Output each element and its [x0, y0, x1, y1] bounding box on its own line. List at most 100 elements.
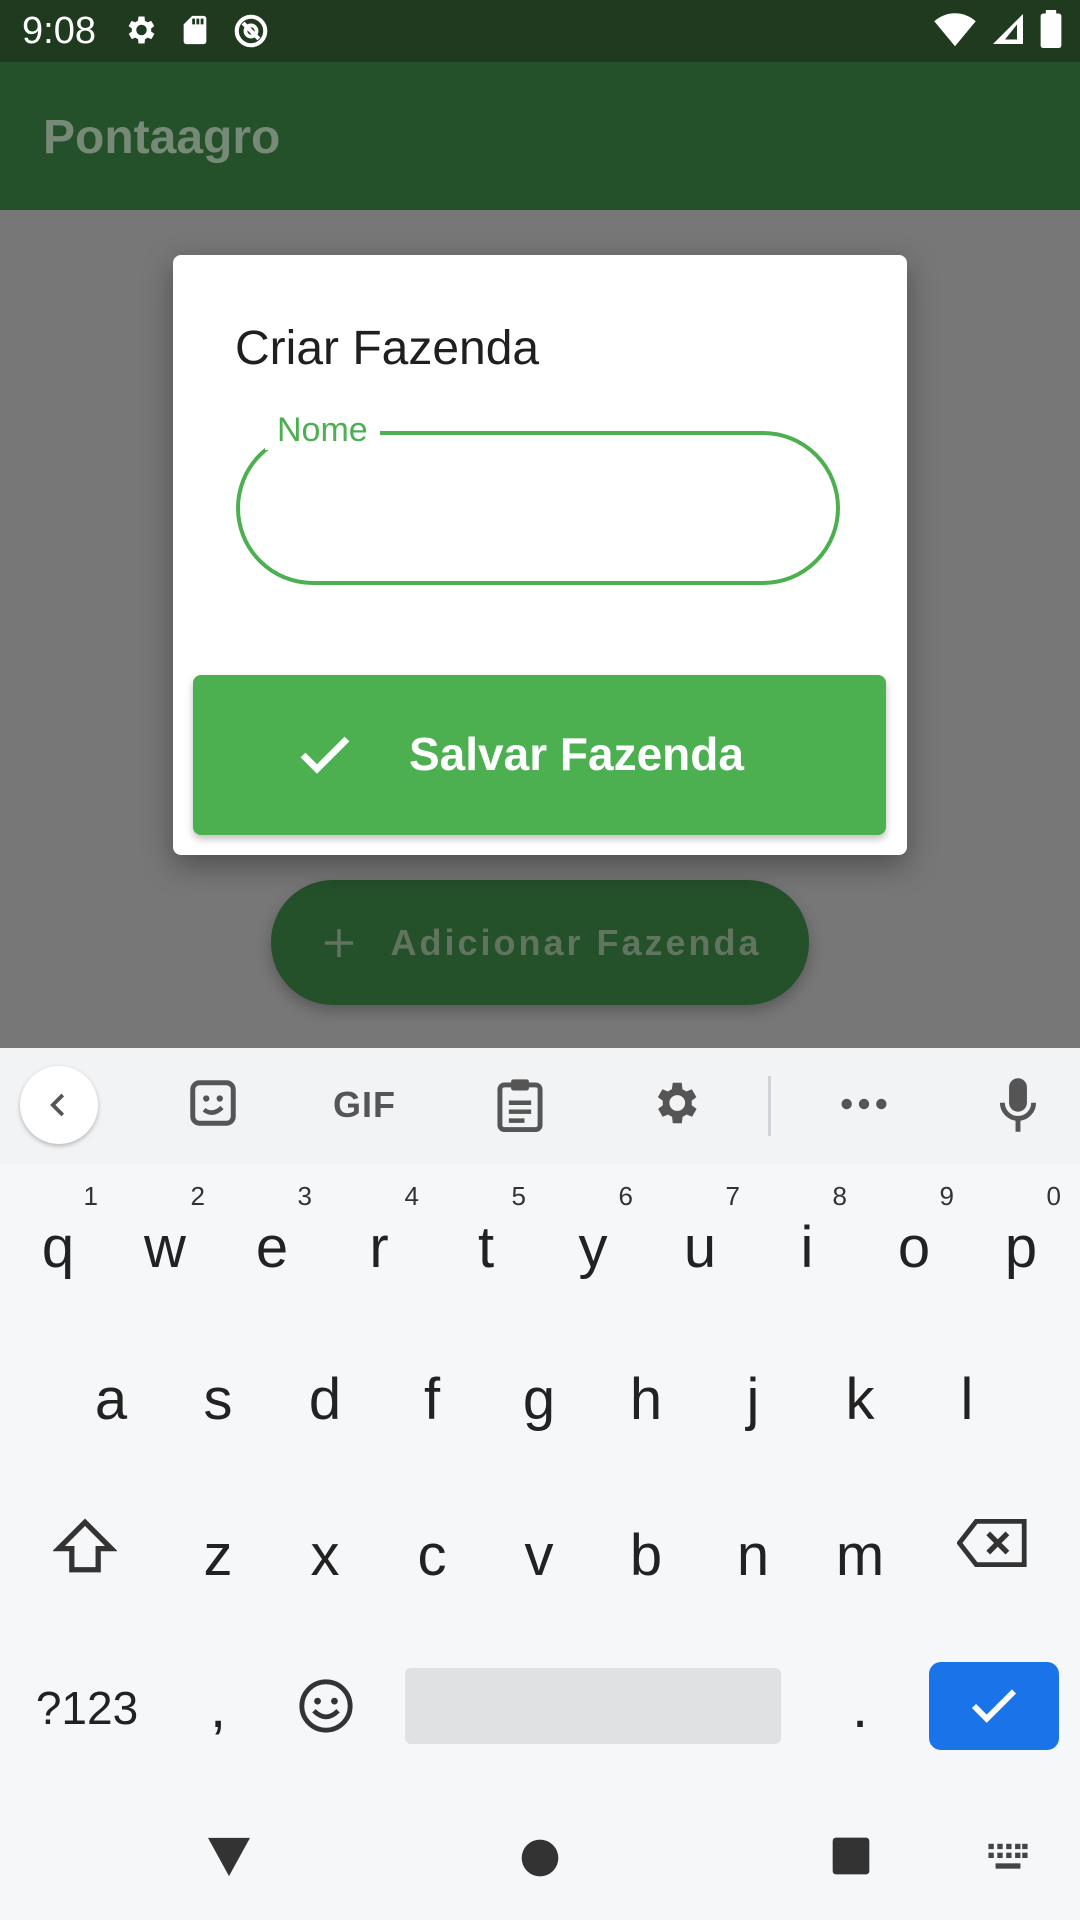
key-d[interactable]: d	[275, 1340, 375, 1460]
key-z[interactable]: z	[168, 1496, 268, 1616]
key-a-letter: a	[94, 1367, 128, 1432]
key-l[interactable]: l	[917, 1340, 1017, 1460]
key-b[interactable]: b	[596, 1496, 696, 1616]
dialog-title: Criar Fazenda	[235, 322, 540, 375]
key-u-letter: u	[683, 1215, 717, 1280]
name-input[interactable]	[263, 460, 827, 552]
key-b-letter: b	[629, 1523, 663, 1588]
sd-card-icon	[183, 15, 207, 45]
home-circle-icon[interactable]	[520, 1838, 560, 1878]
name-field-label: Nome	[265, 411, 380, 450]
key-o[interactable]: o9	[864, 1181, 964, 1308]
settings-gear-icon	[128, 16, 155, 44]
symbols-key[interactable]: ?123	[22, 1648, 152, 1768]
key-c[interactable]: c	[382, 1496, 482, 1616]
key-o-hint: 9	[939, 1181, 954, 1211]
key-w[interactable]: w2	[115, 1181, 215, 1308]
key-e-letter: e	[255, 1215, 289, 1280]
key-q-hint: 1	[83, 1181, 98, 1211]
key-e[interactable]: e3	[222, 1181, 322, 1308]
key-p-hint: 0	[1046, 1181, 1061, 1211]
key-y[interactable]: y6	[543, 1181, 643, 1308]
key-i-letter: i	[800, 1215, 814, 1280]
key-s[interactable]: s	[168, 1340, 268, 1460]
key-i[interactable]: i8	[757, 1181, 857, 1308]
emoji-key[interactable]	[290, 1670, 362, 1742]
key-u[interactable]: u7	[650, 1181, 750, 1308]
status-icons-left	[122, 12, 270, 50]
key-d-letter: d	[308, 1367, 342, 1432]
key-n-letter: n	[736, 1523, 770, 1588]
key-f-letter: f	[423, 1367, 441, 1432]
key-r-hint: 4	[404, 1181, 419, 1211]
key-j[interactable]: j	[703, 1340, 803, 1460]
plus-icon	[325, 928, 354, 957]
key-g[interactable]: g	[489, 1340, 589, 1460]
wifi-icon	[934, 13, 976, 47]
key-w-hint: 2	[190, 1181, 205, 1211]
shift-key[interactable]	[44, 1508, 126, 1584]
keyboard-settings-icon[interactable]	[648, 1076, 702, 1130]
key-e-hint: 3	[297, 1181, 312, 1211]
key-u-hint: 7	[725, 1181, 740, 1211]
key-m[interactable]: m	[810, 1496, 910, 1616]
microphone-icon[interactable]	[996, 1076, 1040, 1134]
back-triangle-icon[interactable]	[206, 1836, 252, 1878]
key-z-letter: z	[203, 1523, 233, 1588]
key-k[interactable]: k	[810, 1340, 910, 1460]
save-farm-label: Salvar Fazenda	[409, 728, 744, 780]
keyboard-switch-icon[interactable]	[986, 1842, 1030, 1874]
key-t[interactable]: t5	[436, 1181, 536, 1308]
enter-check-icon	[971, 1689, 1017, 1723]
key-g-letter: g	[522, 1367, 556, 1432]
key-q[interactable]: q1	[8, 1181, 108, 1308]
key-x[interactable]: x	[275, 1496, 375, 1616]
key-o-letter: o	[897, 1215, 931, 1280]
create-farm-dialog: Criar Fazenda Nome Salvar Fazenda	[173, 255, 907, 855]
key-c-letter: c	[417, 1523, 447, 1588]
key-j-letter: j	[746, 1367, 760, 1432]
key-h[interactable]: h	[596, 1340, 696, 1460]
key-k-letter: k	[845, 1367, 875, 1432]
key-p[interactable]: p0	[971, 1181, 1071, 1308]
sticker-icon[interactable]	[186, 1076, 240, 1130]
clipboard-icon[interactable]	[494, 1076, 546, 1134]
checkmark-icon	[300, 736, 350, 774]
app-bar: Pontaagro	[0, 62, 1080, 210]
save-farm-button[interactable]: Salvar Fazenda	[193, 675, 886, 835]
key-h-letter: h	[629, 1367, 663, 1432]
recents-square-icon[interactable]	[831, 1836, 871, 1876]
cell-signal-icon	[993, 14, 1023, 44]
status-icons-right	[934, 10, 1062, 48]
comma-key[interactable]: ,	[168, 1648, 268, 1768]
key-v-letter: v	[524, 1523, 554, 1588]
key-i-hint: 8	[832, 1181, 847, 1211]
key-a[interactable]: a	[61, 1340, 161, 1460]
key-y-hint: 6	[618, 1181, 633, 1211]
key-q-letter: q	[41, 1215, 75, 1280]
shift-arrow-icon	[53, 1518, 117, 1573]
navigation-bar	[0, 1800, 1080, 1920]
key-v[interactable]: v	[489, 1496, 589, 1616]
keyboard: GIF ?123 , . q1w2e3r4t5y6u7i8o9p0asdfghj…	[0, 1048, 1080, 1920]
key-w-letter: w	[144, 1215, 186, 1280]
key-l-letter: l	[960, 1367, 974, 1432]
period-key[interactable]: .	[810, 1648, 910, 1768]
battery-icon	[1040, 10, 1062, 48]
backspace-key[interactable]	[954, 1508, 1032, 1578]
gif-button[interactable]: GIF	[333, 1084, 396, 1126]
key-r[interactable]: r4	[329, 1181, 429, 1308]
add-farm-button[interactable]: Adicionar Fazenda	[271, 880, 809, 1005]
more-options-icon[interactable]	[838, 1086, 890, 1122]
key-n[interactable]: n	[703, 1496, 803, 1616]
enter-key[interactable]	[929, 1662, 1059, 1750]
key-t-letter: t	[477, 1215, 495, 1280]
status-bar: 9:08	[0, 0, 1080, 62]
key-s-letter: s	[203, 1367, 233, 1432]
keyboard-back-button[interactable]	[20, 1066, 98, 1144]
chevron-left-icon	[50, 1093, 65, 1117]
key-f[interactable]: f	[382, 1340, 482, 1460]
backspace-icon	[957, 1519, 1027, 1567]
space-bar[interactable]	[405, 1668, 781, 1744]
app-title: Pontaagro	[43, 111, 281, 164]
